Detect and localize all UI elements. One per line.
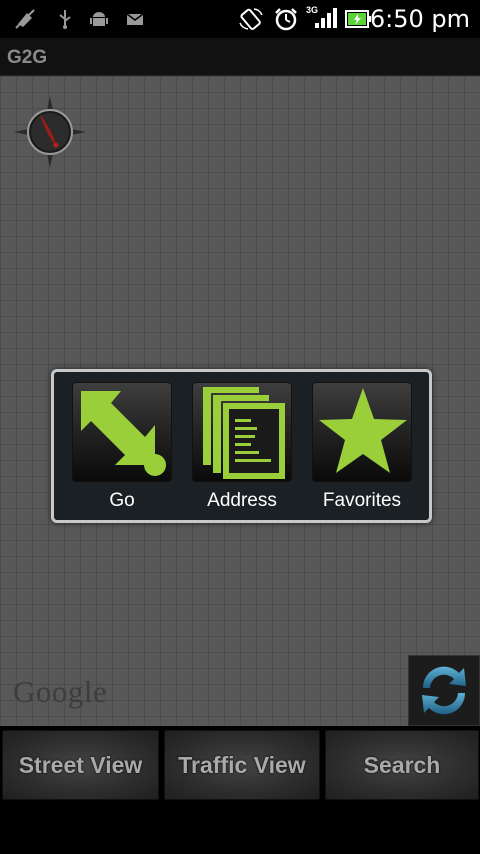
go-button[interactable]: Go — [72, 382, 172, 514]
battery-charging-icon — [345, 8, 373, 30]
address-document-icon — [203, 387, 285, 479]
go-label: Go — [109, 490, 135, 511]
favorites-label: Favorites — [322, 490, 402, 511]
status-bar: 3G 6:50 pm — [0, 0, 480, 38]
address-button[interactable]: Address — [192, 382, 292, 514]
usb-icon — [54, 9, 76, 29]
go-arrow-icon — [81, 391, 166, 476]
compass-icon[interactable] — [12, 94, 88, 170]
refresh-button[interactable] — [408, 655, 480, 726]
android-icon — [88, 9, 110, 29]
google-logo: Google — [13, 674, 108, 709]
street-view-button[interactable]: Street View — [2, 730, 159, 800]
quick-actions-dialog: Go Address Favorites — [51, 369, 432, 523]
app-title-bar: G2G — [0, 38, 480, 76]
traffic-view-button[interactable]: Traffic View — [164, 730, 320, 800]
signal-off-icon — [14, 9, 36, 29]
network-signal-icon: 3G — [306, 4, 338, 30]
rotate-icon — [238, 7, 264, 31]
address-label: Address — [207, 490, 277, 511]
mail-icon — [124, 9, 146, 29]
app-title: G2G — [7, 47, 48, 68]
star-icon — [319, 388, 407, 473]
bottom-action-bar: Street View Traffic View Search — [0, 726, 480, 854]
favorites-button[interactable]: Favorites — [312, 382, 412, 514]
search-button[interactable]: Search — [325, 730, 479, 800]
svg-text:3G: 3G — [306, 5, 318, 15]
alarm-icon — [273, 7, 299, 31]
status-clock: 6:50 pm — [369, 5, 470, 33]
